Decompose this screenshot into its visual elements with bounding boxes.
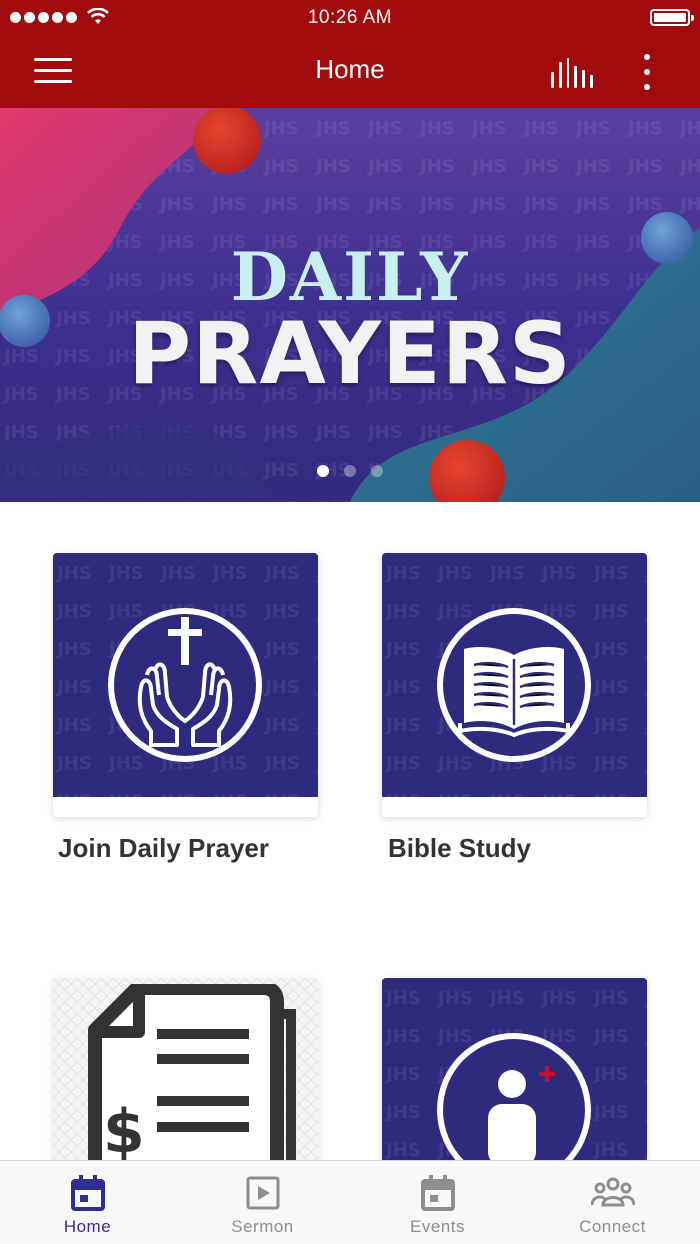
page-dot[interactable]	[371, 465, 383, 477]
page-title: Home	[315, 54, 385, 84]
tab-connect[interactable]: Connect	[525, 1161, 700, 1244]
signal-wifi-group	[10, 8, 109, 26]
calendar-icon	[420, 1175, 455, 1211]
card-label-join-daily-prayer[interactable]: Join Daily Prayer	[58, 833, 269, 864]
banner-carousel[interactable]: JHS DAILY PRAYERS	[0, 108, 700, 502]
tab-label: Connect	[579, 1217, 646, 1236]
signal-strength-icon	[10, 11, 77, 23]
battery-icon	[650, 9, 694, 26]
carousel-page-indicator	[317, 465, 383, 477]
card-label-bible-study[interactable]: Bible Study	[388, 833, 531, 864]
bottom-tab-bar: Home Sermon Events Connect	[0, 1160, 700, 1244]
play-icon	[246, 1176, 279, 1210]
tab-label: Sermon	[231, 1217, 294, 1236]
banner-title-line2: PRAYERS	[128, 304, 572, 404]
tab-home[interactable]: Home	[0, 1161, 175, 1244]
svg-text:$: $	[103, 1097, 145, 1167]
card-join-daily-prayer[interactable]	[53, 553, 318, 817]
tab-sermon[interactable]: Sermon	[175, 1161, 350, 1244]
tab-label: Events	[410, 1217, 465, 1236]
navigation-bar: Home	[0, 36, 700, 108]
page-dot[interactable]	[344, 465, 356, 477]
card-image	[382, 553, 647, 797]
page-dot-active[interactable]	[317, 465, 329, 477]
open-bible-icon	[437, 608, 591, 762]
calendar-icon	[70, 1175, 105, 1211]
tab-events[interactable]: Events	[350, 1161, 525, 1244]
praying-hands-cross-icon	[108, 608, 262, 762]
wifi-icon	[87, 8, 109, 24]
group-icon	[590, 1177, 635, 1207]
card-image	[53, 553, 318, 797]
tab-label: Home	[63, 1217, 112, 1236]
status-bar: 10:26 AM	[0, 0, 700, 36]
card-bible-study[interactable]	[382, 553, 647, 817]
more-options-icon[interactable]	[636, 54, 658, 90]
audio-bars-icon[interactable]	[551, 58, 593, 88]
status-time: 10:26 AM	[307, 7, 393, 28]
